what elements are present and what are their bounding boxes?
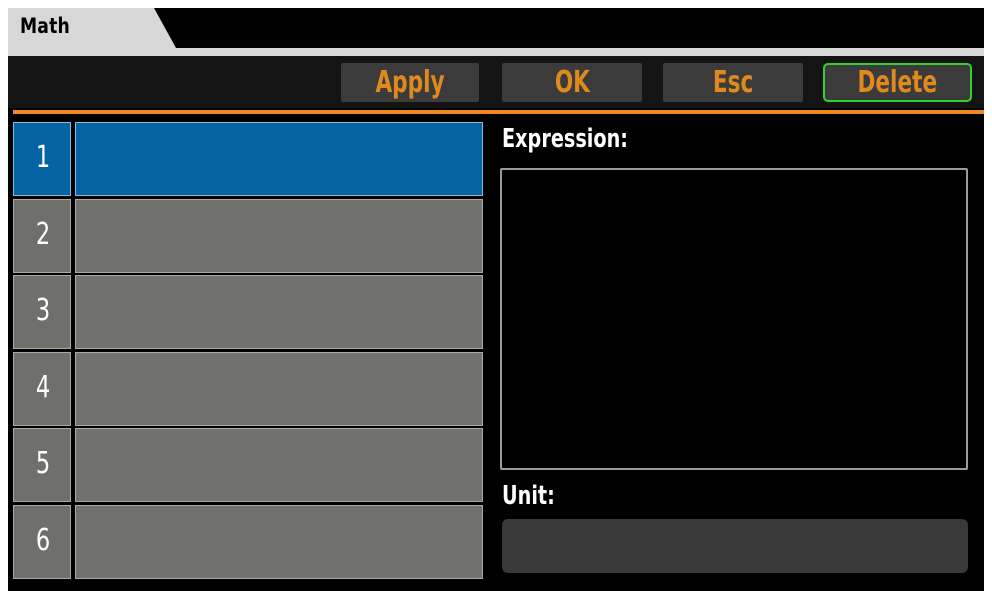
list-item-expression-cell[interactable] [75,352,483,426]
apply-button-label: Apply [375,65,445,100]
toolbar-divider [13,110,984,114]
delete-button-label: Delete [857,65,938,100]
list-item-number-box: 1 [13,122,71,196]
list-item-number-box: 4 [13,352,71,426]
list-item-number-box: 5 [13,428,71,502]
list-item-expression-cell[interactable] [75,122,483,196]
list-item-number: 1 [35,140,51,175]
toolbar: Apply OK Esc Delete [8,56,984,108]
esc-button-label: Esc [712,65,754,100]
expression-field[interactable] [500,168,968,470]
list-item-number-box: 3 [13,275,71,349]
list-item-1[interactable]: 1 [13,122,483,196]
tab-underline [8,48,984,56]
list-item-4[interactable]: 4 [13,352,483,426]
apply-button[interactable]: Apply [341,63,479,102]
esc-button[interactable]: Esc [663,63,803,102]
unit-field[interactable] [502,519,968,573]
tab-bar: Math [8,8,984,48]
expression-label: Expression: [502,124,628,154]
ok-button-label: OK [554,65,590,100]
list-item-6[interactable]: 6 [13,505,483,579]
list-item-expression-cell[interactable] [75,199,483,273]
list-item-number: 2 [35,217,51,252]
list-item-3[interactable]: 3 [13,275,483,349]
list-item-5[interactable]: 5 [13,428,483,502]
list-item-expression-cell[interactable] [75,428,483,502]
list-item-number: 4 [35,370,51,405]
list-item-number: 5 [35,446,51,481]
math-list: 1 2 3 4 5 6 [13,122,483,580]
list-item-number: 6 [35,523,51,558]
ok-button[interactable]: OK [502,63,642,102]
list-item-number-box: 2 [13,199,71,273]
tab-math-label: Math [20,14,70,38]
list-item-number: 3 [35,293,51,328]
tab-math[interactable]: Math [8,8,176,48]
list-item-expression-cell[interactable] [75,505,483,579]
list-item-expression-cell[interactable] [75,275,483,349]
list-item-2[interactable]: 2 [13,199,483,273]
delete-button[interactable]: Delete [823,63,972,102]
list-item-number-box: 6 [13,505,71,579]
math-screen: Math Apply OK Esc Delete 1 2 3 4 5 6 Exp… [8,8,984,591]
unit-label: Unit: [502,481,555,511]
